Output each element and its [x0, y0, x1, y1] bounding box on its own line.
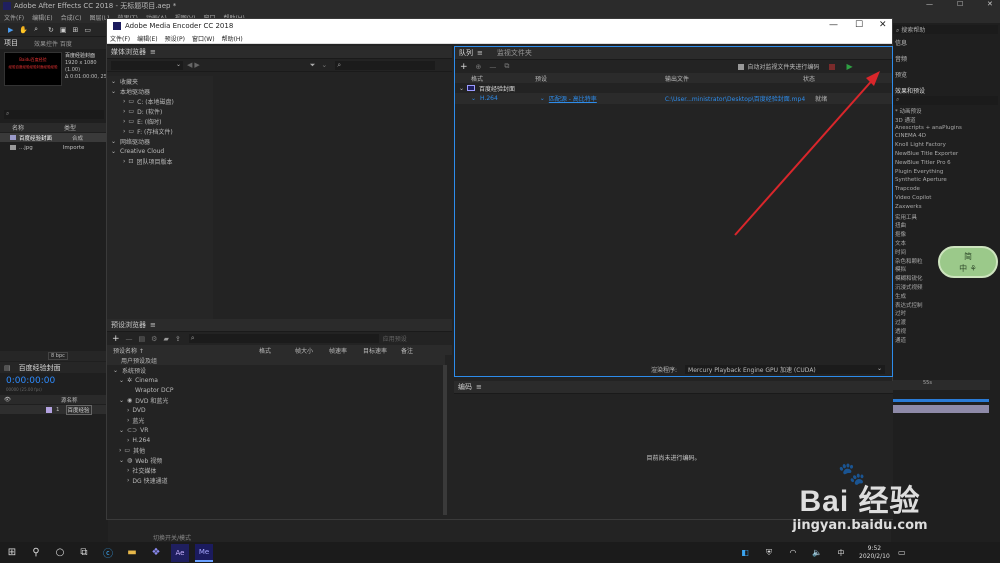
cortana-icon[interactable]: ○	[51, 544, 69, 562]
watermark-url: jingyan.baidu.com	[792, 518, 928, 533]
ime-indicator[interactable]: 中	[832, 544, 850, 562]
browser-icon[interactable]: ⓒ	[99, 544, 117, 562]
shield-icon[interactable]: ⛨	[760, 544, 778, 562]
media-encoder-taskbar-icon[interactable]: Me	[195, 543, 213, 562]
toggle-switches-label[interactable]: 切换开关/模式	[153, 533, 191, 542]
search-icon[interactable]: ⚲	[27, 544, 45, 562]
after-effects-taskbar-icon[interactable]: Ae	[171, 543, 189, 562]
baidu-watermark: 🐾 Bai 经验 jingyan.baidu.com	[760, 462, 960, 542]
watermark-paw-icon: 🐾	[838, 462, 866, 487]
arrow-shaft	[734, 75, 877, 236]
volume-icon[interactable]: 🔈	[808, 544, 826, 562]
clock[interactable]: 9:52 2020/2/10	[859, 545, 890, 561]
windows-start-icon[interactable]: ⊞	[3, 544, 21, 562]
tray-app-icon[interactable]: ◧	[736, 544, 754, 562]
wifi-icon[interactable]: ◠	[784, 544, 802, 562]
explorer-icon[interactable]: ▬	[123, 544, 141, 562]
notification-icon[interactable]: ▭	[893, 544, 911, 562]
clock-time: 9:52	[867, 544, 882, 552]
windows-taskbar: ⊞ ⚲ ○ ⧉ ⓒ ▬ ❖ Ae Me ◧ ⛨ ◠ 🔈 中 9:52 2020/…	[0, 542, 1000, 563]
clock-date: 2020/2/10	[859, 552, 890, 560]
task-view-icon[interactable]: ⧉	[75, 544, 93, 562]
app-icon[interactable]: ❖	[147, 544, 165, 562]
